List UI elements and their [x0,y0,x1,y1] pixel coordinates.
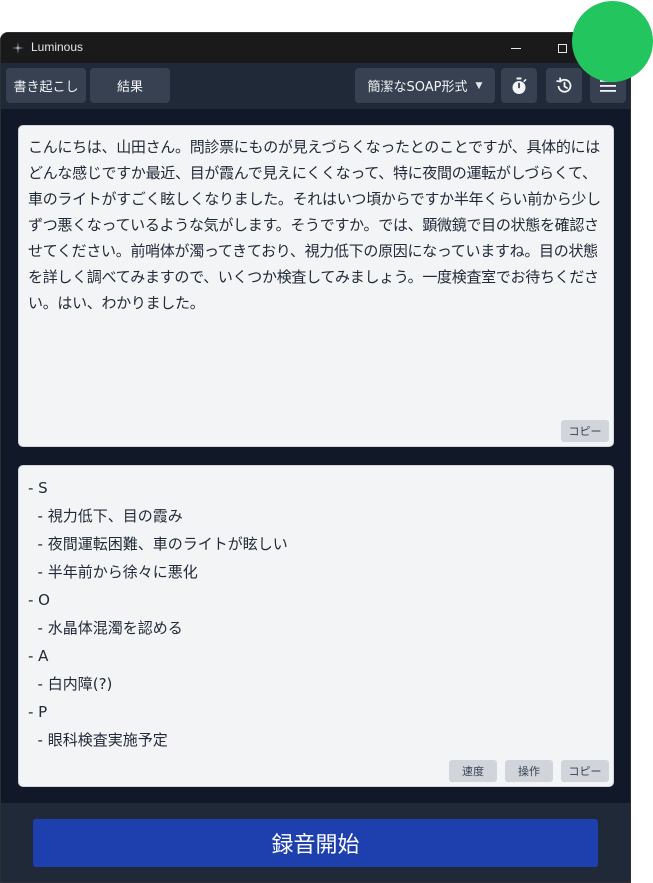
history-icon [556,76,572,93]
window-title: Luminous [31,40,84,54]
result-panel: - S - 視力低下、目の霞み - 夜間運転困難、車のライトが眩しい - 半年前… [18,465,614,787]
copy-transcript-button[interactable]: コピー [561,420,609,442]
title-bar: Luminous [1,33,630,63]
soap-line: - P [28,703,48,721]
app-window: Luminous 書き起こし 結果 簡潔なSOAP形式 ▼ こんにちは、山田さん… [0,32,631,883]
footer: 録音開始 [1,803,630,882]
soap-line: - 白内障(?) [28,675,113,693]
result-tab[interactable]: 結果 [90,68,170,103]
operations-button[interactable]: 操作 [505,760,553,782]
transcription-tab[interactable]: 書き起こし [6,68,86,103]
app-logo-icon [12,42,24,54]
format-dropdown[interactable]: 簡潔なSOAP形式 ▼ [355,68,495,103]
minimize-button[interactable] [493,33,539,63]
chevron-down-icon: ▼ [475,80,483,91]
copy-result-button[interactable]: コピー [561,760,609,782]
soap-line: - O [28,591,50,609]
soap-line: - S [28,479,48,497]
transcript-text[interactable]: こんにちは、山田さん。問診票にものが見えづらくなったとのことですが、具体的にはど… [28,134,606,316]
soap-line: - 眼科検査実施予定 [28,731,168,749]
maximize-icon [557,43,567,53]
start-recording-button[interactable]: 録音開始 [33,819,598,867]
soap-line: - 水晶体混濁を認める [28,619,183,637]
soap-line: - 夜間運転困難、車のライトが眩しい [28,535,288,553]
format-dropdown-label: 簡潔なSOAP形式 [367,80,468,95]
soap-result-list[interactable]: - S - 視力低下、目の霞み - 夜間運転困難、車のライトが眩しい - 半年前… [28,474,606,754]
speed-button[interactable]: 速度 [449,760,497,782]
minimize-icon [511,47,521,49]
soap-line: - A [28,647,49,665]
timer-icon [512,77,527,94]
status-indicator [572,1,653,82]
toolbar: 書き起こし 結果 簡潔なSOAP形式 ▼ [1,63,630,109]
soap-line: - 半年前から徐々に悪化 [28,563,198,581]
timer-button[interactable] [501,68,537,103]
transcript-panel: こんにちは、山田さん。問診票にものが見えづらくなったとのことですが、具体的にはど… [18,125,614,447]
history-button[interactable] [546,68,582,103]
soap-line: - 視力低下、目の霞み [28,507,183,525]
